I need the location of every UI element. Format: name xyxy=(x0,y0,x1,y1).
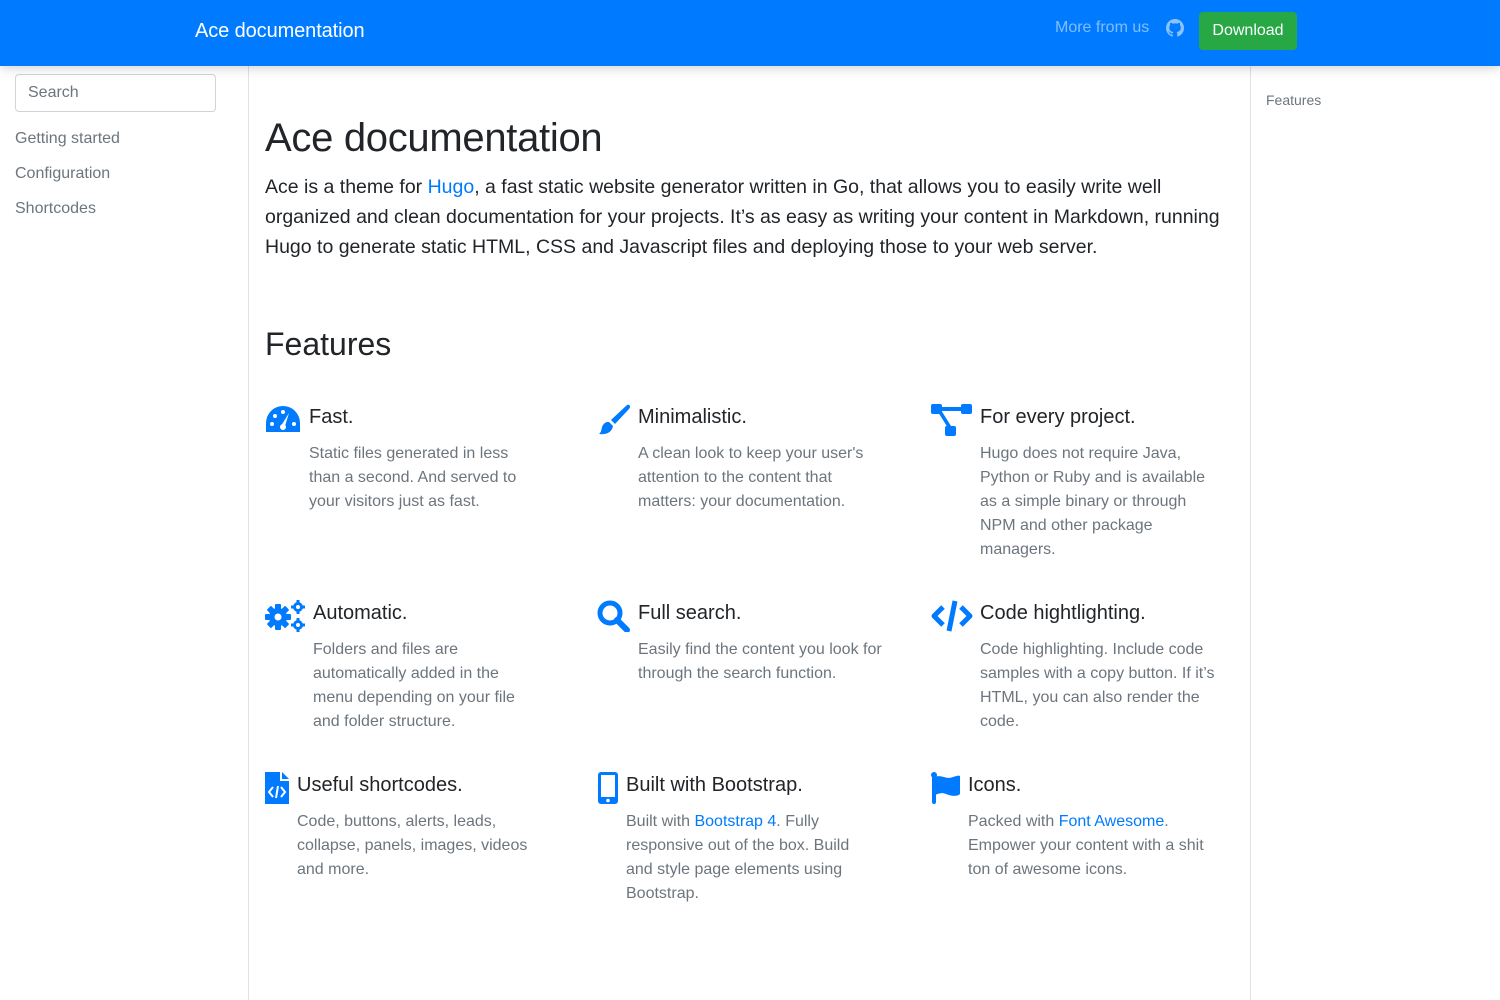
feature-title: Code hightlighting. xyxy=(980,602,1146,624)
feature-text: Static files generated in less than a se… xyxy=(309,445,517,510)
feature-title: Full search. xyxy=(638,602,742,624)
sidebar-item-shortcodes: Shortcodes xyxy=(15,200,120,235)
sidebar-item-getting-started: Getting started xyxy=(15,130,120,165)
sidebar-link[interactable]: Shortcodes xyxy=(15,200,96,217)
feature-text: Easily find the content you look for thr… xyxy=(638,641,882,682)
feature-text: Built with Bootstrap 4. Fully responsive… xyxy=(626,810,866,906)
sidebar-link[interactable]: Configuration xyxy=(15,165,110,182)
cogs-icon xyxy=(265,600,305,632)
mobile-icon xyxy=(597,772,619,804)
github-icon xyxy=(1166,19,1184,37)
feature-title: Automatic. xyxy=(313,602,408,624)
download-button[interactable]: Download xyxy=(1199,12,1297,50)
github-link[interactable] xyxy=(1166,19,1184,37)
lead-paragraph: Ace is a theme for Hugo, a fast static w… xyxy=(265,172,1225,262)
tachometer-icon xyxy=(265,404,301,434)
feature-title: Useful shortcodes. xyxy=(297,774,463,796)
feature-text: Code, buttons, alerts, leads, collapse, … xyxy=(297,813,528,878)
sidebar-link[interactable]: Getting started xyxy=(15,130,120,147)
feature-text: Code highlighting. Include code samples … xyxy=(980,641,1215,730)
feature-text-before: Packed with xyxy=(968,813,1059,830)
features-heading: Features xyxy=(265,326,392,362)
project-diagram-icon xyxy=(931,404,973,438)
top-navbar: Ace documentation More from us Download xyxy=(0,0,1500,66)
feature-title: Minimalistic. xyxy=(638,406,747,428)
feature-title: Built with Bootstrap. xyxy=(626,774,803,796)
feature-text: Packed with Font Awesome. Empower your c… xyxy=(968,810,1218,882)
feature-text: Hugo does not require Java, Python or Ru… xyxy=(980,445,1206,558)
code-icon xyxy=(931,600,973,632)
hugo-link[interactable]: Hugo xyxy=(428,176,475,198)
sidebar-nav: Getting started Configuration Shortcodes xyxy=(15,130,120,235)
table-of-contents: Features xyxy=(1250,66,1500,1000)
sidebar-item-configuration: Configuration xyxy=(15,165,120,200)
feature-title: For every project. xyxy=(980,406,1136,428)
bootstrap-link[interactable]: Bootstrap 4 xyxy=(694,813,776,830)
feature-text: Folders and files are automatically adde… xyxy=(313,641,515,730)
search-icon xyxy=(597,600,631,632)
font-awesome-link[interactable]: Font Awesome xyxy=(1059,813,1165,830)
more-from-us-link[interactable]: More from us xyxy=(1055,19,1149,37)
feature-text-before: Built with xyxy=(626,813,695,830)
flag-icon xyxy=(931,772,961,804)
lead-text-before: Ace is a theme for xyxy=(265,176,428,198)
toc-link-features[interactable]: Features xyxy=(1266,92,1321,108)
feature-title: Fast. xyxy=(309,406,354,428)
page-title: Ace documentation xyxy=(265,116,603,160)
paint-brush-icon xyxy=(597,404,631,436)
file-code-icon xyxy=(265,772,289,804)
search-input[interactable] xyxy=(15,74,216,112)
feature-title: Icons. xyxy=(968,774,1022,796)
sidebar: Getting started Configuration Shortcodes xyxy=(0,66,249,1000)
feature-text: A clean look to keep your user's attenti… xyxy=(638,445,864,510)
brand-link[interactable]: Ace documentation xyxy=(195,20,365,43)
